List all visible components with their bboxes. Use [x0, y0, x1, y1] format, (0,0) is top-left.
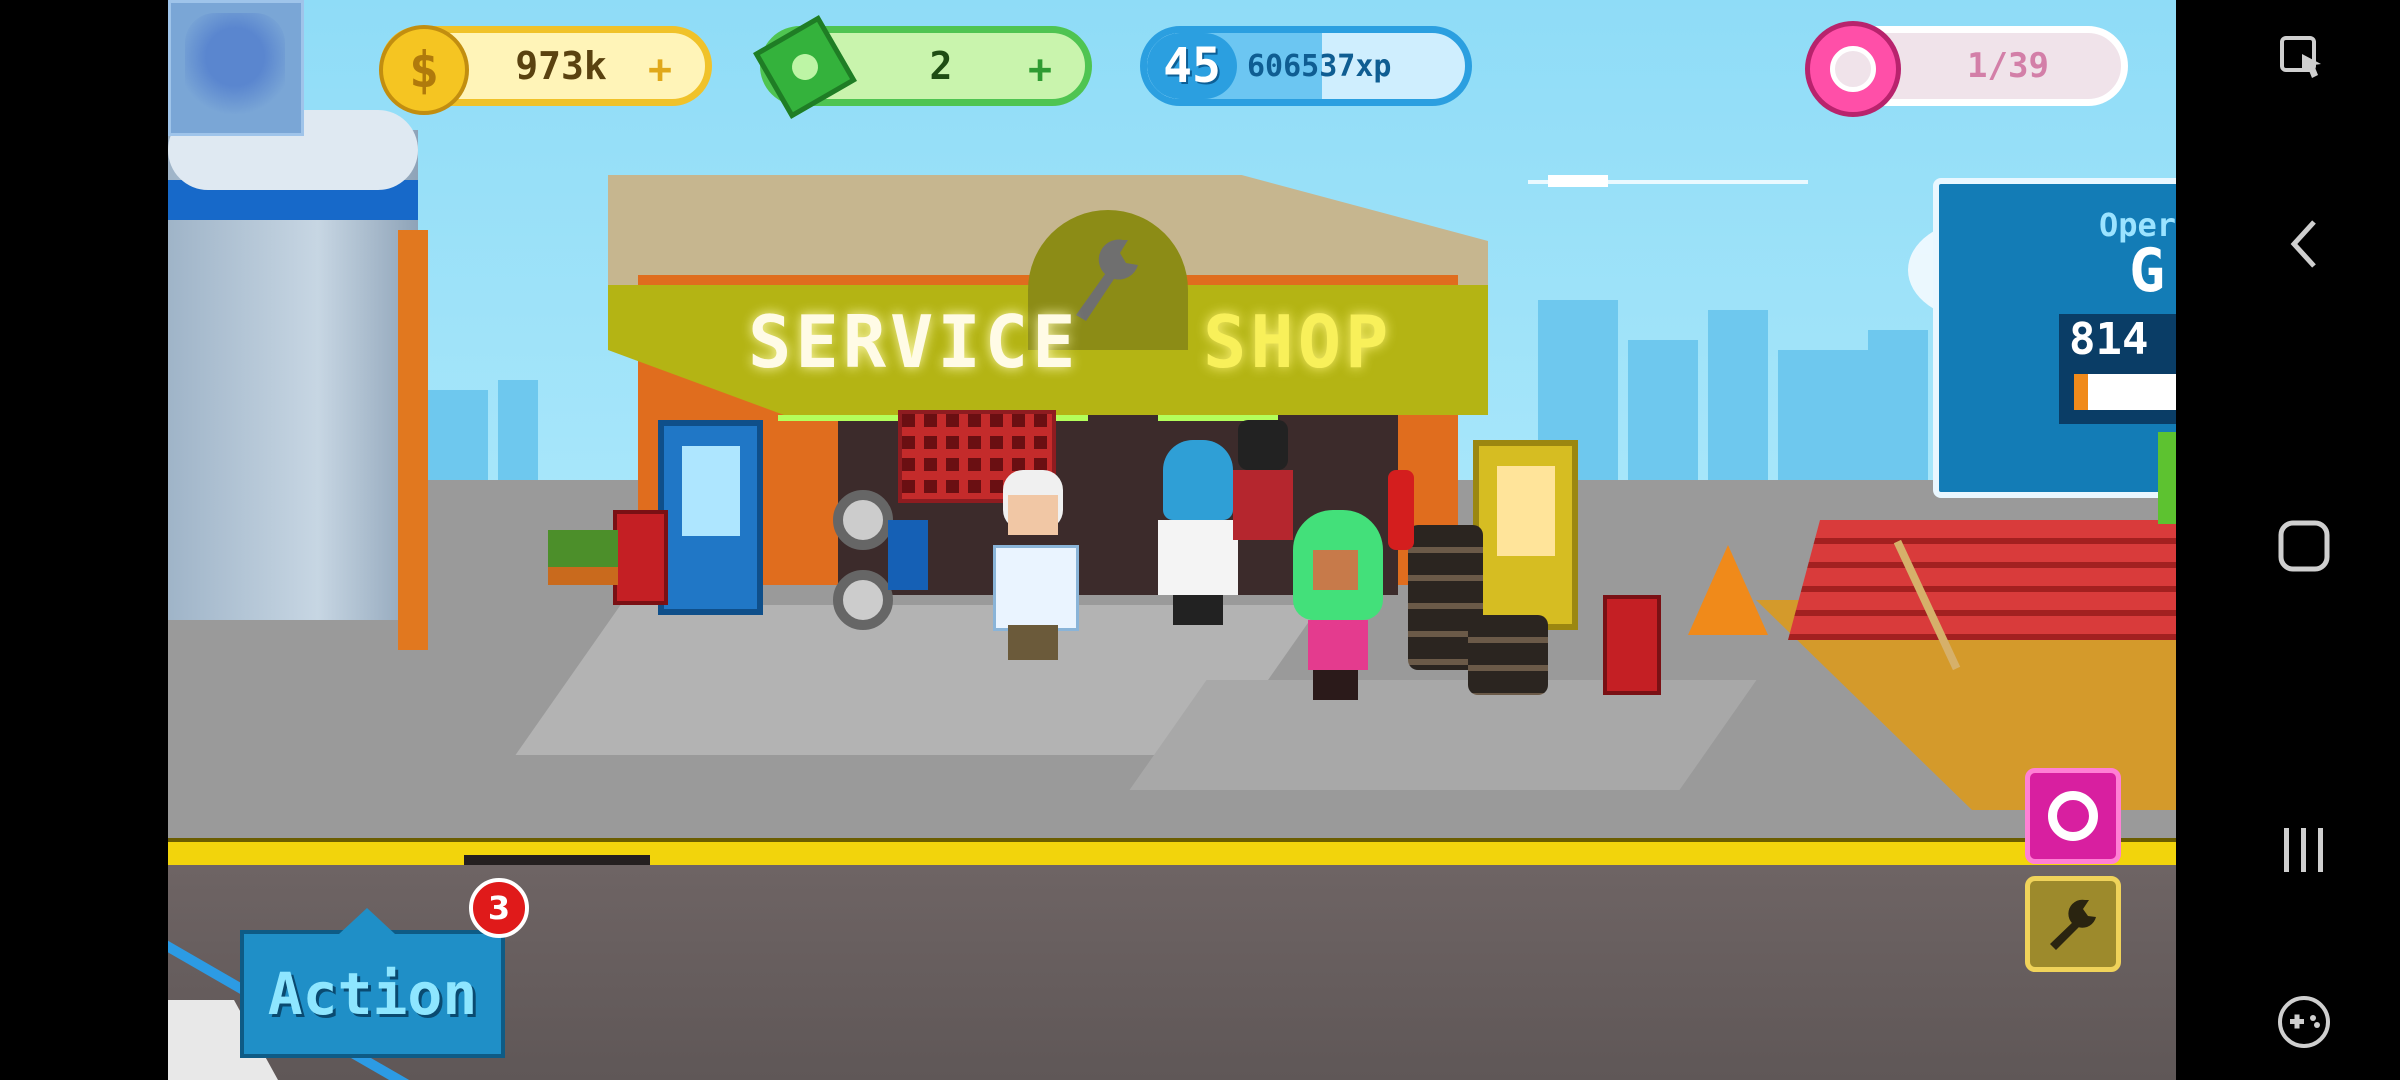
vending-machine-blue[interactable]	[658, 420, 763, 615]
traffic-cone	[1688, 545, 1768, 635]
tire-stack	[1468, 615, 1548, 695]
engine-stand	[833, 470, 943, 640]
action-badge: 3	[469, 878, 529, 938]
camera-button[interactable]	[2025, 768, 2121, 864]
vending-machine-yellow[interactable]	[1473, 440, 1578, 630]
event-panel[interactable]: Oper G 814	[1933, 178, 2176, 498]
xp-value: 606537xp	[1247, 48, 1392, 84]
coin-icon: $	[379, 25, 469, 115]
plant-box	[548, 530, 618, 585]
mailbox	[1603, 595, 1661, 695]
mailbox	[613, 510, 668, 605]
avatar[interactable]	[168, 0, 304, 136]
curb-drain	[464, 855, 650, 865]
add-cash-button[interactable]: +	[1017, 47, 1063, 93]
cash-value: 2	[929, 44, 953, 88]
home-icon	[2278, 520, 2330, 572]
game-tools-button[interactable]	[2272, 990, 2336, 1054]
add-coins-button[interactable]: +	[637, 47, 683, 93]
gamepad-icon	[2278, 996, 2330, 1048]
action-label: Action	[267, 960, 478, 1028]
level-value: 45	[1163, 38, 1221, 94]
donut-camera-icon	[2048, 791, 2098, 841]
xp-counter[interactable]: 45 606537xp	[1140, 26, 1472, 106]
wrench-icon	[2050, 899, 2096, 950]
water-tank	[168, 110, 428, 650]
sign-word-service: SERVICE	[748, 300, 1080, 384]
coins-value: 973k	[515, 44, 607, 88]
lot-marking	[1129, 680, 1757, 790]
back-button[interactable]	[2272, 212, 2336, 276]
sign-word-shop: SHOP	[1203, 300, 1393, 384]
home-button[interactable]	[2272, 514, 2336, 578]
touch-lock-icon	[2280, 36, 2321, 78]
level-badge: 45	[1147, 33, 1237, 99]
back-icon	[2290, 220, 2316, 268]
wrench-icon	[1076, 239, 1138, 321]
recents-icon	[2284, 828, 2323, 872]
character-mechanic[interactable]	[988, 470, 1079, 670]
tools-button[interactable]	[2025, 876, 2121, 972]
character-green-hair[interactable]	[1283, 510, 1393, 700]
donuts-value: 1/39	[1967, 46, 2049, 86]
donuts-counter[interactable]: 1/39	[1805, 21, 2128, 117]
coins-counter[interactable]: $ 973k +	[379, 25, 712, 115]
panel-line3: 814	[2069, 314, 2149, 365]
recents-button[interactable]	[2272, 818, 2336, 882]
character-red-jacket[interactable]	[1228, 420, 1298, 590]
cash-counter[interactable]: 2 +	[753, 15, 1092, 119]
game-viewport[interactable]: SERVICE SHOP Oper G 814 $ 973k + 2 + 45 …	[168, 0, 2176, 1080]
action-button[interactable]: Action 3	[240, 878, 529, 1058]
donut-icon	[1805, 21, 1901, 117]
touch-lock-button[interactable]	[2272, 28, 2336, 92]
panel-tab[interactable]	[2158, 432, 2176, 524]
red-stairs	[1788, 520, 2176, 640]
panel-line2: G	[2129, 236, 2166, 306]
action-badge-count: 3	[487, 889, 511, 927]
